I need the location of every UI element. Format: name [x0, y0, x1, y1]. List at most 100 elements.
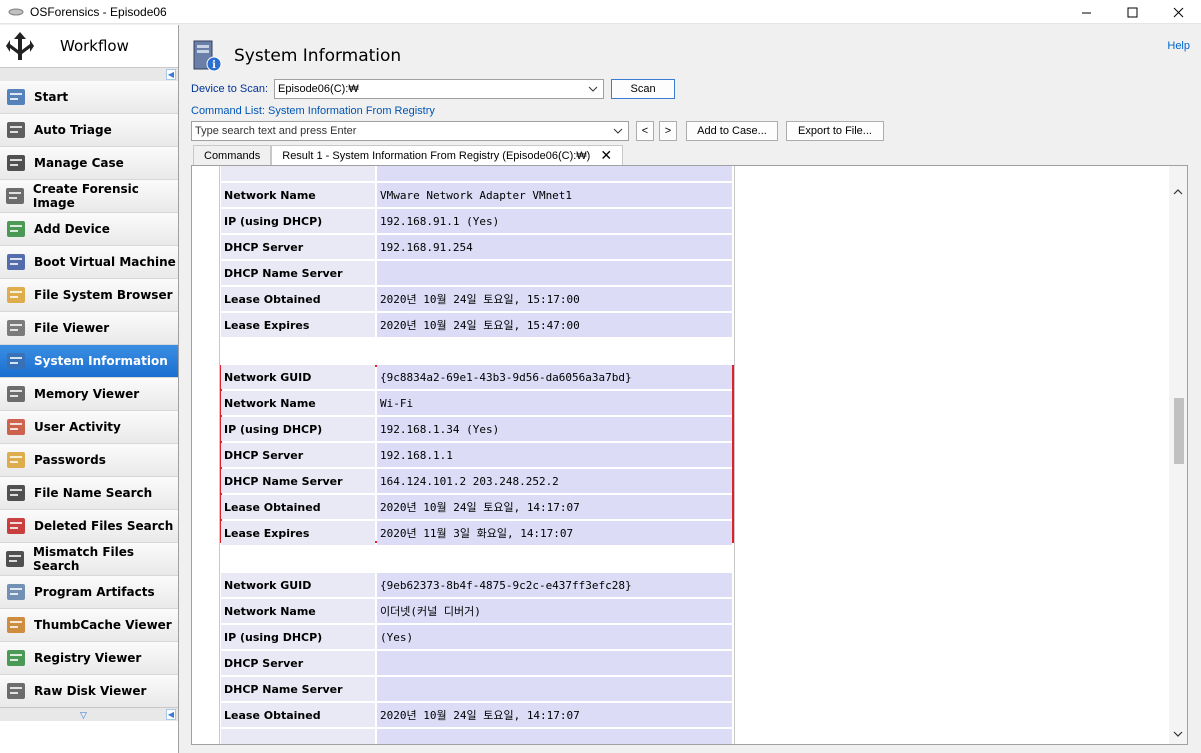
table-row: Network GUID {9eb62373-8b4f-4875-9c2c-e43… [221, 573, 735, 599]
sidebar-item-thumbcache-viewer[interactable]: ThumbCache Viewer [0, 609, 178, 642]
disc-plus-icon [4, 217, 28, 241]
row-value: 2020년 11월 3일 화요일, 14:17:07 [377, 521, 732, 545]
sidebar-item-label: File Name Search [34, 486, 153, 500]
sidebar-item-label: Raw Disk Viewer [34, 684, 147, 698]
collapse-left-icon[interactable]: ◀ [166, 69, 176, 80]
table-row: DHCP Server 192.168.91.254 [221, 235, 735, 261]
sidebar-item-registry-viewer[interactable]: Registry Viewer [0, 642, 178, 675]
close-button[interactable] [1155, 0, 1201, 24]
row-value: 192.168.91.1 (Yes) [377, 209, 732, 233]
sidebar-item-raw-disk-viewer[interactable]: Raw Disk Viewer [0, 675, 178, 708]
row-value: 2020년 10월 24일 토요일, 15:17:00 [377, 287, 732, 311]
scrollbar-thumb[interactable] [1174, 398, 1184, 464]
add-to-case-button[interactable]: Add to Case... [686, 121, 778, 141]
minimize-icon [1081, 12, 1091, 13]
row-key: Network Name [221, 599, 375, 623]
tab-result-1[interactable]: Result 1 - System Information From Regis… [271, 145, 624, 165]
sidebar-item-label: Program Artifacts [34, 585, 155, 599]
maximize-icon [1127, 7, 1137, 17]
table-row: Network Name VMware Network Adapter VMnet… [221, 183, 735, 209]
search-row: Type search text and press Enter < > Add… [191, 121, 884, 141]
disk-icon [4, 679, 28, 703]
prev-result-button[interactable]: < [636, 121, 654, 141]
row-value [377, 677, 732, 701]
report-table: Network Name VMware Network Adapter VMnet… [219, 166, 735, 744]
next-result-button[interactable]: > [659, 121, 677, 141]
report-viewer: Network Name VMware Network Adapter VMnet… [191, 165, 1188, 745]
export-to-file-button[interactable]: Export to File... [786, 121, 884, 141]
sidebar-item-label: User Activity [34, 420, 121, 434]
sidebar-scroll-up[interactable]: ◀ [0, 67, 178, 81]
sidebar-item-label: System Information [34, 354, 168, 368]
sidebar-item-label: File System Browser [34, 288, 173, 302]
sidebar-item-label: Create Forensic Image [32, 182, 139, 210]
row-value: VMware Network Adapter VMnet1 [377, 183, 732, 207]
table-row: Lease Expires 2020년 10월 24일 토요일, 15:47:00 [221, 313, 735, 339]
close-icon [1173, 7, 1183, 17]
row-key: DHCP Name Server [221, 469, 375, 493]
sidebar-item-file-system-browser[interactable]: File System Browser [0, 279, 178, 312]
row-value: Wi-Fi [377, 391, 732, 415]
sidebar-item-manage-case[interactable]: Manage Case [0, 147, 178, 180]
minimize-button[interactable] [1063, 0, 1109, 24]
sidebar-scroll-down[interactable]: ▽ ◀ [0, 707, 178, 721]
sidebar-item-deleted-files-search[interactable]: Deleted Files Search [0, 510, 178, 543]
tab-commands[interactable]: Commands [193, 145, 272, 165]
sidebar-item-program-artifacts[interactable]: Program Artifacts [0, 576, 178, 609]
result-tabs: Commands Result 1 - System Information F… [193, 145, 624, 165]
row-key: Lease Obtained [221, 703, 375, 727]
sidebar-item-label: Mismatch Files Search [32, 545, 135, 573]
device-select[interactable]: Episode06(C):₩ [274, 79, 605, 99]
chevron-down-icon [613, 128, 623, 134]
sidebar-item-file-viewer[interactable]: File Viewer [0, 312, 178, 345]
command-list-label[interactable]: Command List: System Information From Re… [191, 105, 435, 117]
sidebar-item-auto-triage[interactable]: Auto Triage [0, 114, 178, 147]
file-search-icon [4, 316, 28, 340]
row-key: DHCP Server [221, 651, 375, 675]
window-title: OSForensics - Episode06 [30, 4, 167, 19]
chevron-down-icon[interactable]: ▽ [80, 710, 87, 721]
table-row: IP (using DHCP) 192.168.1.34 (Yes) [221, 417, 735, 443]
sidebar-item-user-activity[interactable]: User Activity [0, 411, 178, 444]
sidebar-item-file-name-search[interactable]: File Name Search [0, 477, 178, 510]
row-key [221, 166, 375, 181]
row-key: Network GUID [221, 573, 375, 597]
sidebar-item-create-forensic-image[interactable]: Create Forensic Image [0, 180, 178, 213]
page-header: i System Information [192, 39, 401, 73]
briefcase-icon [4, 151, 28, 175]
vertical-scrollbar[interactable] [1169, 166, 1187, 744]
row-key: Network Name [221, 391, 375, 415]
sidebar-item-label: File Viewer [34, 321, 110, 335]
row-value: 192.168.1.1 [377, 443, 732, 467]
close-tab-icon[interactable]: ✕ [600, 147, 612, 164]
sidebar-item-mismatch-files-search[interactable]: Mismatch Files Search [0, 543, 178, 576]
chevron-down-icon[interactable] [1172, 728, 1184, 740]
sidebar-item-boot-virtual-machine[interactable]: Boot Virtual Machine [0, 246, 178, 279]
sidebar-item-label: Passwords [34, 453, 106, 467]
maximize-button[interactable] [1109, 0, 1155, 24]
sidebar-item-system-information[interactable]: System Information [0, 345, 178, 378]
computer-info-icon [4, 349, 28, 373]
sidebar-item-label: Manage Case [34, 156, 124, 170]
sidebar-item-add-device[interactable]: Add Device [0, 213, 178, 246]
binoculars-icon [4, 481, 28, 505]
collapse-left-icon[interactable]: ◀ [166, 709, 176, 720]
help-link[interactable]: Help [1167, 40, 1190, 52]
sidebar-item-label: Deleted Files Search [34, 519, 174, 533]
row-key: Lease Obtained [221, 287, 375, 311]
sidebar-item-passwords[interactable]: Passwords [0, 444, 178, 477]
memory-magnifier-icon [4, 382, 28, 406]
scan-button[interactable]: Scan [611, 79, 676, 99]
chevron-up-icon[interactable] [1172, 186, 1184, 198]
search-input[interactable]: Type search text and press Enter [191, 121, 629, 141]
padlock-icon [4, 448, 28, 472]
sidebar-item-label: Registry Viewer [34, 651, 142, 665]
workflow-arrows-icon [6, 32, 34, 60]
workflow-items: Start Auto Triage Manage Case Create Forens… [0, 81, 178, 708]
table-row: DHCP Name Server [221, 261, 735, 287]
sidebar-item-start[interactable]: Start [0, 81, 178, 114]
thumbnail-icon [4, 613, 28, 637]
row-value: {9eb62373-8b4f-4875-9c2c-e437ff3efc28} [377, 573, 732, 597]
sidebar-item-memory-viewer[interactable]: Memory Viewer [0, 378, 178, 411]
sidebar-item-label: Add Device [34, 222, 110, 236]
